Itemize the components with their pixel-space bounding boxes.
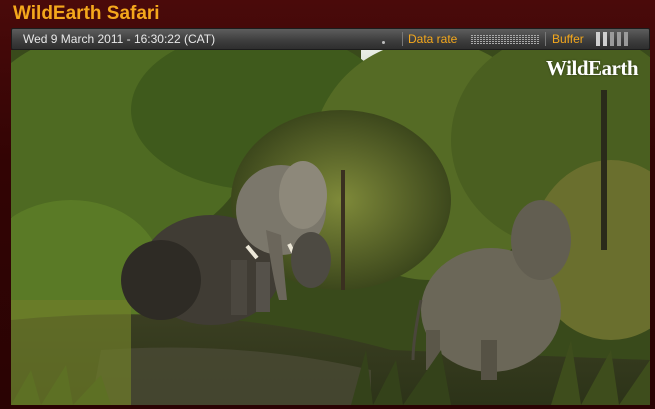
buffer-bar bbox=[610, 32, 614, 46]
status-dot-icon bbox=[382, 41, 385, 44]
app-title: WildEarth Safari bbox=[13, 3, 160, 24]
divider bbox=[402, 32, 403, 46]
status-bar: Wed 9 March 2011 - 16:30:22 (CAT) Data r… bbox=[11, 28, 650, 50]
data-rate-meter bbox=[471, 35, 539, 44]
divider bbox=[545, 32, 546, 46]
buffer-meter bbox=[596, 32, 628, 46]
player-frame: WildEarth Safari Wed 9 March 2011 - 16:3… bbox=[0, 0, 655, 409]
buffer-bar bbox=[624, 32, 628, 46]
wildearth-logo: WildEarth bbox=[546, 56, 638, 80]
buffer-bar bbox=[596, 32, 600, 46]
data-rate-label: Data rate bbox=[408, 32, 458, 46]
video-player[interactable]: WildEarth bbox=[11, 50, 650, 405]
buffer-bar bbox=[603, 32, 607, 46]
datetime-readout: Wed 9 March 2011 - 16:30:22 (CAT) bbox=[23, 32, 216, 46]
video-frame-image bbox=[11, 50, 650, 405]
buffer-bar bbox=[617, 32, 621, 46]
buffer-label: Buffer bbox=[552, 32, 584, 46]
